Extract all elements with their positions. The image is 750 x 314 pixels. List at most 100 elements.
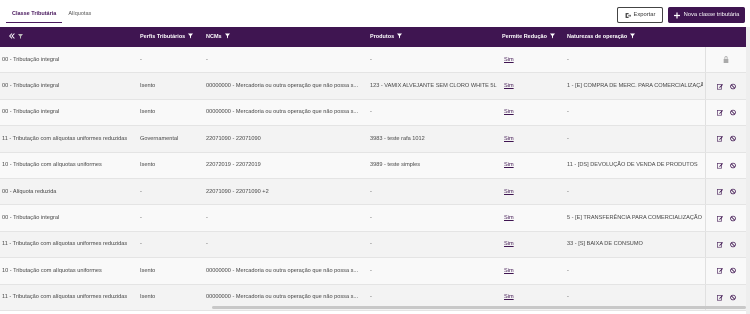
disable-icon[interactable] [729, 241, 736, 248]
tab-bar: Classe Tributária Alíquotas [6, 8, 97, 23]
row-actions [705, 152, 746, 178]
filter-icon[interactable] [549, 33, 555, 41]
cell-products: - [370, 109, 372, 116]
lock-icon [723, 56, 729, 64]
edit-icon[interactable] [716, 268, 723, 274]
table-row[interactable]: 10 - Tributação com alíquotas uniformes I… [0, 258, 746, 285]
table-row[interactable]: 00 - Tributação integral Isento 00000000 -… [0, 73, 746, 100]
cell-profiles: Isento [140, 162, 156, 169]
cell-operations: - [567, 188, 569, 195]
table-row[interactable]: 00 - Tributação integral - - - Sim - [0, 47, 746, 74]
cell-reduction[interactable]: Sim [504, 126, 562, 151]
cell-operations: 33 - [S] BAIXA DE CONSUMO [567, 241, 643, 248]
cell-class: 11 - Tributação com alíquotas uniformes … [2, 241, 128, 248]
cell-profiles: - [140, 188, 142, 195]
edit-icon[interactable] [716, 136, 723, 142]
row-actions [705, 231, 746, 258]
cell-class: 10 - Tributação com alíquotas uniformes [2, 162, 102, 169]
cell-products: - [370, 267, 372, 274]
table-row[interactable]: 10 - Tributação com alíquotas uniformes I… [0, 152, 746, 179]
header-operations[interactable]: Naturezas de operação [567, 27, 636, 47]
cell-products: 3983 - teste rafa 1012 [370, 135, 425, 142]
cell-operations: - [567, 267, 569, 274]
cell-class: 00 - Tributação integral [2, 56, 60, 63]
cell-operations: 1 - [E] COMPRA DE MERC. PARA COMERCIALIZ… [567, 83, 703, 90]
header-class[interactable] [8, 27, 26, 47]
cell-class: 00 - Tributação integral [2, 109, 60, 116]
horizontal-scrollbar[interactable] [212, 306, 746, 309]
edit-icon[interactable] [716, 83, 723, 90]
disable-icon[interactable] [729, 162, 736, 169]
disable-icon[interactable] [729, 268, 736, 274]
cell-class: 00 - Alíquota reduzida [2, 188, 57, 195]
plus-icon [673, 12, 680, 18]
tab-aliquotas[interactable]: Alíquotas [62, 8, 97, 23]
cell-reduction[interactable]: Sim [504, 73, 562, 98]
filter-icon[interactable] [224, 33, 230, 41]
cell-profiles: Isento [140, 83, 156, 90]
row-actions [705, 47, 746, 73]
export-icon [625, 12, 631, 18]
cell-products: 3989 - teste simples [370, 162, 421, 169]
cell-products: - [370, 215, 372, 222]
cell-reduction[interactable]: Sim [504, 258, 562, 283]
header-products[interactable]: Produtos [370, 27, 403, 47]
collapse-icon[interactable] [8, 33, 15, 41]
edit-icon[interactable] [716, 162, 723, 169]
disable-icon[interactable] [729, 136, 736, 142]
edit-icon[interactable] [716, 294, 723, 301]
cell-reduction[interactable]: Sim [504, 205, 562, 230]
edit-icon[interactable] [716, 241, 723, 248]
cell-ncms: 00000000 - Mercadoria ou outra operação … [206, 109, 359, 116]
cell-ncms: 00000000 - Mercadoria ou outra operação … [206, 267, 359, 274]
cell-reduction[interactable]: Sim [504, 232, 562, 257]
table-row[interactable]: 11 - Tributação com alíquotas uniformes … [0, 126, 746, 153]
cell-products: - [370, 188, 372, 195]
cell-profiles: - [140, 241, 142, 248]
export-button[interactable]: Exportar [617, 7, 663, 23]
cell-profiles: Governamental [140, 135, 179, 142]
disable-icon[interactable] [729, 109, 736, 116]
edit-icon[interactable] [716, 189, 723, 195]
table-row[interactable]: 00 - Tributação integral - - - Sim 5 - [E] TR… [0, 205, 746, 232]
cell-reduction[interactable]: Sim [504, 153, 562, 178]
disable-icon[interactable] [729, 188, 736, 195]
filter-icon[interactable] [18, 33, 23, 41]
cell-operations: - [567, 56, 569, 63]
cell-products: - [370, 241, 372, 248]
filter-icon[interactable] [630, 33, 636, 41]
header-profiles[interactable]: Perfis Tributários [140, 27, 194, 47]
table-row[interactable]: 00 - Alíquota reduzida - 22071090 - 220710… [0, 178, 746, 206]
new-tax-class-button[interactable]: Nova classe tributária [668, 7, 745, 23]
row-actions [705, 258, 746, 284]
edit-icon[interactable] [716, 215, 723, 222]
cell-class: 10 - Tributação com alíquotas uniformes [2, 267, 102, 274]
cell-profiles: Isento [140, 294, 156, 301]
cell-ncms: 22071090 - 22071090 +2 [206, 188, 269, 195]
tab-classe-tributaria[interactable]: Classe Tributária [6, 8, 63, 23]
vertical-scrollbar[interactable] [746, 27, 750, 314]
disable-icon[interactable] [729, 294, 736, 300]
table-row[interactable]: 11 - Tributação com alíquotas uniformes … [0, 231, 746, 259]
cell-reduction[interactable]: Sim [504, 179, 562, 204]
disable-icon[interactable] [729, 215, 736, 221]
cell-ncms: 00000000 - Mercadoria ou outra operação … [206, 83, 359, 90]
filter-icon[interactable] [188, 33, 194, 41]
header-ncms[interactable]: NCMs [206, 27, 230, 47]
cell-class: 00 - Tributação integral [2, 83, 60, 90]
table-row[interactable]: 00 - Tributação integral Isento 00000000 -… [0, 99, 746, 127]
cell-ncms: 22071090 - 22071090 [206, 135, 261, 142]
row-actions [705, 99, 746, 126]
cell-reduction[interactable]: Sim [504, 47, 562, 72]
row-actions [705, 73, 746, 99]
cell-reduction[interactable]: Sim [504, 100, 562, 125]
cell-class: 11 - Tributação com alíquotas uniformes … [2, 294, 128, 301]
cell-products: - [370, 56, 372, 63]
disable-icon[interactable] [729, 83, 736, 89]
edit-icon[interactable] [716, 109, 723, 116]
filter-icon[interactable] [397, 33, 403, 41]
cell-ncms: - [206, 215, 208, 222]
new-tax-class-label: Nova classe tributária [683, 12, 740, 18]
header-reduction[interactable]: Permite Redução [502, 27, 555, 47]
top-bar: Classe Tributária Alíquotas Exportar Nov… [0, 0, 750, 26]
